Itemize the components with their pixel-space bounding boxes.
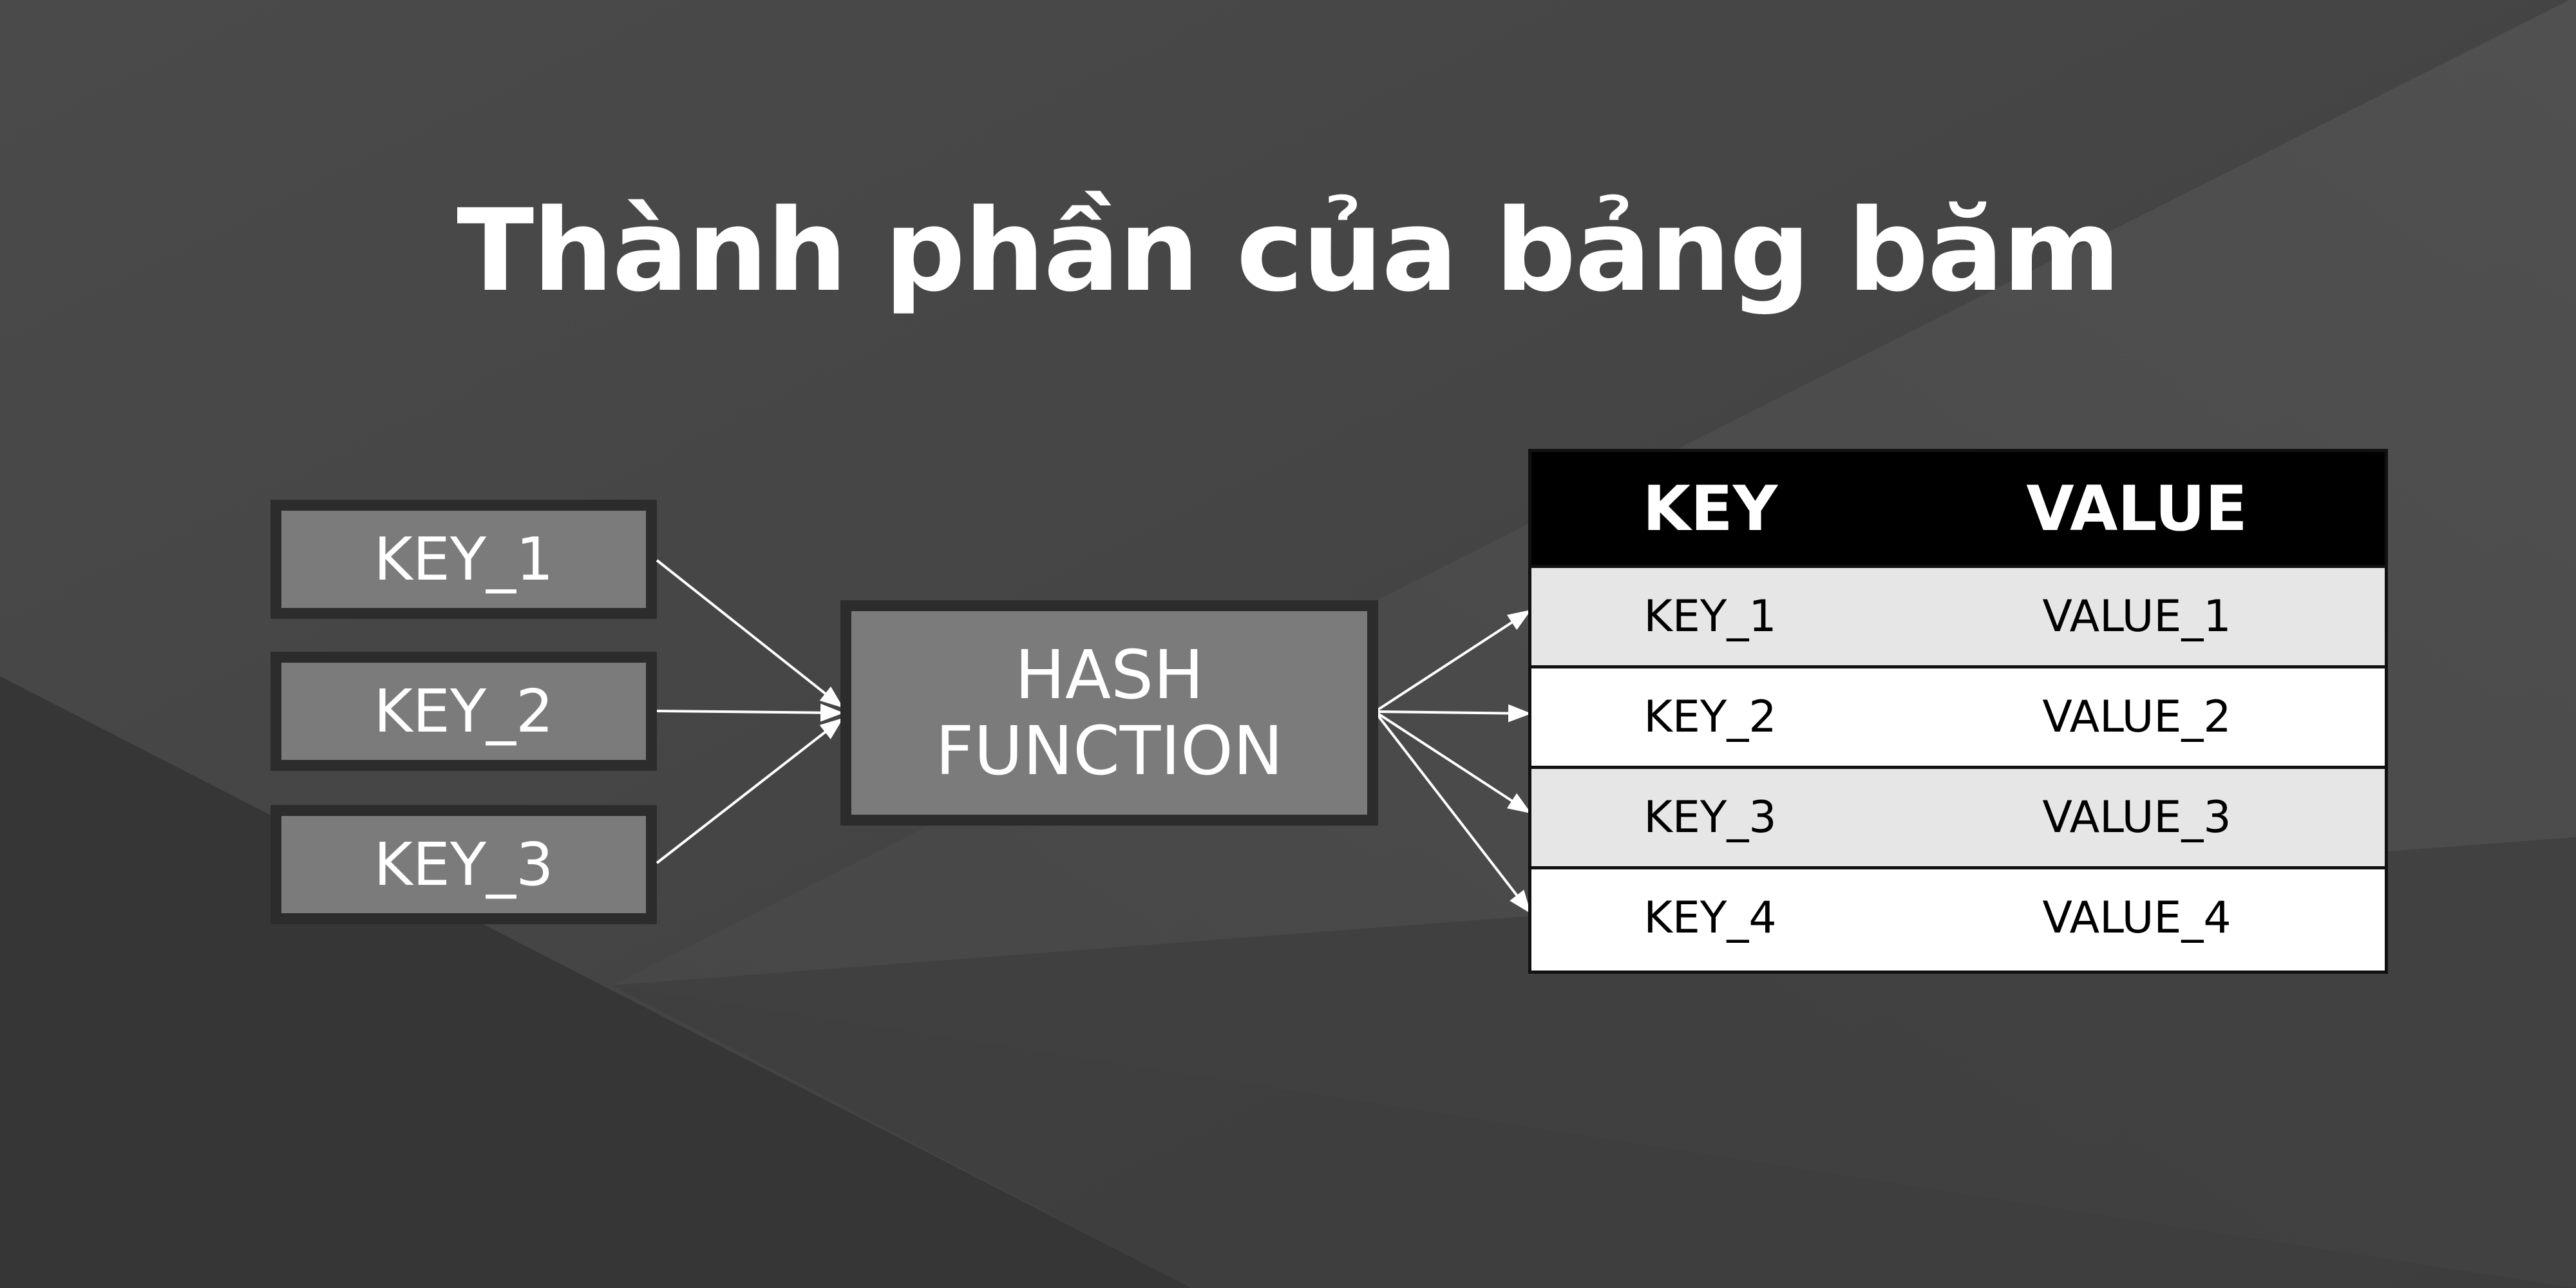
slide: Thành phần của bảng băm KEY_1 KEY_2 KEY_… xyxy=(0,0,2576,1288)
diagram-title: Thành phần của bảng băm xyxy=(457,185,2121,317)
hash-function-line2: FUNCTION xyxy=(935,712,1283,790)
row-key: KEY_4 xyxy=(1643,893,1777,943)
hash-function-box: HASH FUNCTION xyxy=(840,600,1378,826)
key-box-3: KEY_3 xyxy=(270,805,657,924)
table-header: KEY VALUE xyxy=(1531,452,2385,565)
table-row: KEY_1 VALUE_1 xyxy=(1531,565,2385,665)
row-key: KEY_2 xyxy=(1643,692,1777,743)
hash-function-line1: HASH xyxy=(1014,636,1204,714)
table-row: KEY_2 VALUE_2 xyxy=(1531,665,2385,766)
key-value-table: KEY VALUE KEY_1 VALUE_1 KEY_2 VALUE_2 KE… xyxy=(1528,449,2388,974)
row-value: VALUE_1 xyxy=(2042,591,2231,642)
header-key: KEY xyxy=(1642,472,1778,545)
row-key: KEY_3 xyxy=(1643,792,1777,843)
table-row: KEY_3 VALUE_3 xyxy=(1531,766,2385,866)
row-value: VALUE_3 xyxy=(2042,792,2231,843)
row-value: VALUE_4 xyxy=(2042,893,2231,943)
key-box-1: KEY_1 xyxy=(270,500,657,619)
table-row: KEY_4 VALUE_4 xyxy=(1531,866,2385,967)
row-key: KEY_1 xyxy=(1643,591,1777,642)
key-box-2: KEY_2 xyxy=(270,652,657,771)
header-value: VALUE xyxy=(2026,472,2248,545)
row-value: VALUE_2 xyxy=(2042,692,2231,743)
